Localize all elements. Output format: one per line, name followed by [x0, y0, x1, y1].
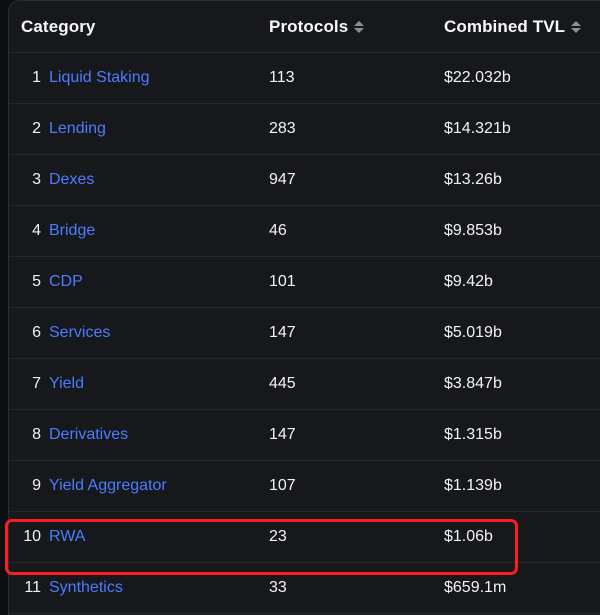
table-row[interactable]: 11 Synthetics 33 $659.1m [9, 563, 600, 614]
cell-category: 11 Synthetics [9, 579, 269, 597]
cell-protocols-count: 101 [269, 273, 296, 290]
row-rank: 2 [32, 120, 41, 137]
cell-category: 2 Lending [9, 120, 269, 138]
categories-table-panel: Category Protocols Combined TVL 1 Liquid … [8, 0, 600, 615]
row-rank: 10 [23, 528, 41, 545]
cell-combined-tvl: $659.1m [444, 579, 507, 596]
category-link[interactable]: Yield Aggregator [49, 477, 167, 495]
category-link[interactable]: Yield [49, 375, 84, 393]
category-link[interactable]: Liquid Staking [49, 69, 150, 87]
cell-protocols-count: 46 [269, 222, 287, 239]
category-link[interactable]: Bridge [49, 222, 95, 240]
row-rank: 1 [32, 69, 41, 86]
category-link[interactable]: CDP [49, 273, 83, 291]
cell-combined-tvl: $14.321b [444, 120, 511, 137]
table-row[interactable]: 2 Lending 283 $14.321b [9, 104, 600, 155]
column-header-combined-tvl[interactable]: Combined TVL [444, 17, 600, 37]
cell-protocols-count: 23 [269, 528, 287, 545]
cell-category: 8 Derivatives [9, 426, 269, 444]
table-row[interactable]: 3 Dexes 947 $13.26b [9, 155, 600, 206]
cell-combined-tvl: $3.847b [444, 375, 502, 392]
category-link[interactable]: Lending [49, 120, 106, 138]
category-link[interactable]: Services [49, 324, 110, 342]
table-row[interactable]: 6 Services 147 $5.019b [9, 308, 600, 359]
table-row[interactable]: 10 RWA 23 $1.06b [9, 512, 600, 563]
sort-arrows-icon[interactable] [571, 19, 582, 35]
category-link[interactable]: Dexes [49, 171, 94, 189]
cell-protocols-count: 283 [269, 120, 296, 137]
column-header-category-label: Category [21, 16, 96, 36]
row-rank: 9 [32, 477, 41, 494]
sort-arrow-up-icon [571, 20, 582, 26]
cell-category: 1 Liquid Staking [9, 69, 269, 87]
column-header-combined-tvl-label: Combined TVL [444, 16, 566, 36]
row-rank: 3 [32, 171, 41, 188]
column-header-protocols[interactable]: Protocols [269, 17, 444, 37]
cell-combined-tvl: $1.139b [444, 477, 502, 494]
table-row[interactable]: 1 Liquid Staking 113 $22.032b [9, 53, 600, 104]
cell-protocols-count: 147 [269, 426, 296, 443]
cell-category: 6 Services [9, 324, 269, 342]
row-rank: 8 [32, 426, 41, 443]
cell-protocols-count: 147 [269, 324, 296, 341]
category-link[interactable]: RWA [49, 528, 85, 546]
sort-arrow-up-icon [354, 20, 365, 26]
cell-protocols-count: 107 [269, 477, 296, 494]
cell-combined-tvl: $9.853b [444, 222, 502, 239]
cell-category: 10 RWA [9, 528, 269, 546]
table-header-row: Category Protocols Combined TVL [9, 1, 600, 53]
table-row[interactable]: 8 Derivatives 147 $1.315b [9, 410, 600, 461]
row-rank: 5 [32, 273, 41, 290]
sort-arrows-icon[interactable] [354, 19, 365, 35]
cell-protocols-count: 445 [269, 375, 296, 392]
cell-protocols-count: 947 [269, 171, 296, 188]
cell-combined-tvl: $9.42b [444, 273, 493, 290]
cell-combined-tvl: $22.032b [444, 69, 511, 86]
cell-category: 5 CDP [9, 273, 269, 291]
table-row[interactable]: 7 Yield 445 $3.847b [9, 359, 600, 410]
table-row[interactable]: 9 Yield Aggregator 107 $1.139b [9, 461, 600, 512]
row-rank: 11 [24, 579, 41, 596]
table-row[interactable]: 4 Bridge 46 $9.853b [9, 206, 600, 257]
cell-category: 4 Bridge [9, 222, 269, 240]
cell-combined-tvl: $1.06b [444, 528, 493, 545]
cell-combined-tvl: $5.019b [444, 324, 502, 341]
sort-arrow-down-icon [354, 27, 365, 33]
row-rank: 4 [32, 222, 41, 239]
column-header-protocols-label: Protocols [269, 16, 349, 36]
sort-arrow-down-icon [571, 27, 582, 33]
category-link[interactable]: Synthetics [49, 579, 123, 597]
cell-category: 9 Yield Aggregator [9, 477, 269, 495]
row-rank: 7 [32, 375, 41, 392]
cell-combined-tvl: $13.26b [444, 171, 502, 188]
cell-category: 7 Yield [9, 375, 269, 393]
cell-combined-tvl: $1.315b [444, 426, 502, 443]
cell-category: 3 Dexes [9, 171, 269, 189]
page-root: Category Protocols Combined TVL 1 Liquid … [0, 0, 600, 615]
category-link[interactable]: Derivatives [49, 426, 128, 444]
cell-protocols-count: 113 [269, 69, 295, 86]
table-body: 1 Liquid Staking 113 $22.032b 2 Lending 283 $14… [9, 53, 600, 614]
cell-protocols-count: 33 [269, 579, 287, 596]
column-header-category[interactable]: Category [9, 17, 269, 37]
row-rank: 6 [32, 324, 41, 341]
table-row[interactable]: 5 CDP 101 $9.42b [9, 257, 600, 308]
